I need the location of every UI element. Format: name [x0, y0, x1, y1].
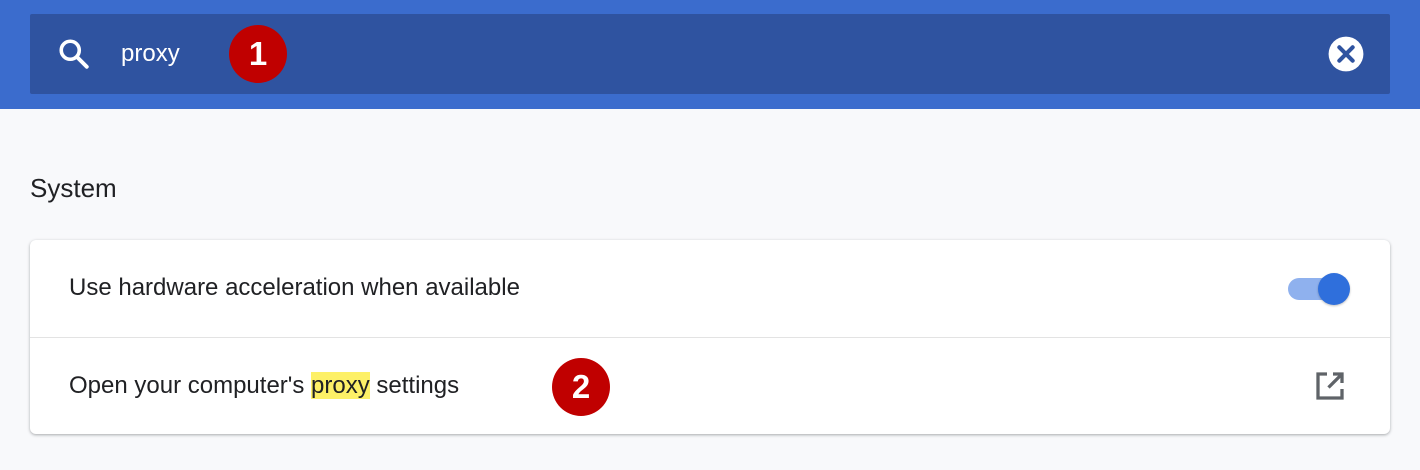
- proxy-settings-label: Open your computer's proxy settings: [69, 369, 459, 403]
- hardware-acceleration-label: Use hardware acceleration when available: [69, 274, 520, 301]
- toggle-knob: [1318, 273, 1350, 305]
- proxy-label-after: settings: [369, 372, 460, 399]
- system-settings-card: Use hardware acceleration when available…: [30, 240, 1390, 434]
- search-header: [0, 0, 1420, 109]
- search-match-highlight: proxy: [311, 372, 370, 399]
- section-title: System: [30, 173, 117, 203]
- hardware-acceleration-toggle[interactable]: [1288, 272, 1352, 306]
- search-input[interactable]: [121, 36, 621, 72]
- hardware-acceleration-row[interactable]: Use hardware acceleration when available: [30, 240, 1390, 338]
- step-1-callout: 1: [229, 25, 287, 83]
- clear-icon[interactable]: [1327, 35, 1365, 73]
- search-icon: [59, 39, 89, 69]
- proxy-settings-row[interactable]: Open your computer's proxy settings: [30, 338, 1390, 434]
- open-external-icon[interactable]: [1312, 368, 1348, 404]
- proxy-label-before: Open your computer's: [69, 372, 312, 399]
- step-2-callout: 2: [552, 358, 610, 416]
